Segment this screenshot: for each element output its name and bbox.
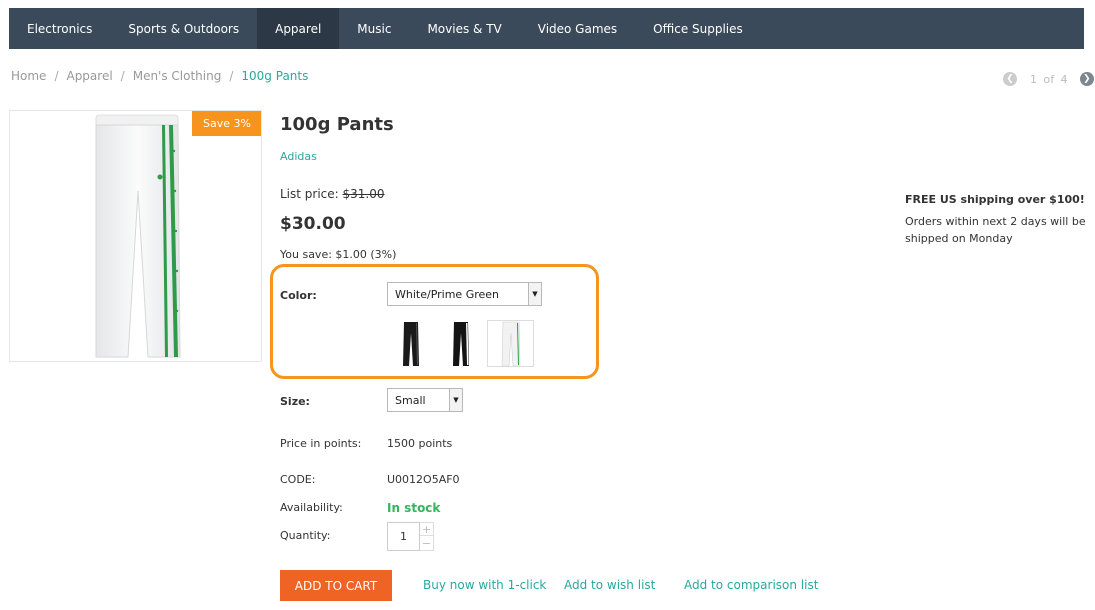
pants-image <box>95 114 181 358</box>
black-pants-thumbnail <box>402 321 419 366</box>
color-label: Color: <box>280 289 317 302</box>
nav-item-apparel[interactable]: Apparel <box>257 8 340 49</box>
current-price: $30.00 <box>280 214 346 234</box>
breadcrumb-separator: / <box>120 69 125 83</box>
plus-icon[interactable]: + <box>420 522 434 536</box>
list-price: List price: $31.00 <box>280 187 385 201</box>
pager-total: 4 <box>1060 72 1068 86</box>
availability-label: Availability: <box>280 501 343 514</box>
brand-link[interactable]: Adidas <box>280 150 317 163</box>
you-save: You save: $1.00 (3%) <box>280 248 397 261</box>
shipping-text: Orders within next 2 days will be shippe… <box>905 215 1086 245</box>
pager-count: 1 of 4 <box>1027 73 1071 86</box>
size-select-value: Small <box>395 393 426 407</box>
list-price-label: List price: <box>280 187 339 201</box>
nav-item-sports-outdoors[interactable]: Sports & Outdoors <box>110 8 257 49</box>
code-value: U0012O5AF0 <box>387 473 460 486</box>
breadcrumb-home[interactable]: Home <box>11 69 46 83</box>
pager-current: 1 <box>1030 72 1038 86</box>
list-price-value: $31.00 <box>342 187 385 201</box>
next-product-icon[interactable]: ❯ <box>1079 72 1094 86</box>
breadcrumb-separator: / <box>54 69 59 83</box>
add-to-comparison-link[interactable]: Add to comparison list <box>684 578 818 592</box>
nav-item-video-games[interactable]: Video Games <box>520 8 635 49</box>
black-white-pants-thumbnail <box>452 321 469 366</box>
quantity-steps: + − <box>420 522 434 551</box>
breadcrumb-separator: / <box>229 69 234 83</box>
product-image[interactable]: Save 3% <box>9 110 262 362</box>
nav-item-movies-tv[interactable]: Movies & TV <box>409 8 519 49</box>
product-title: 100g Pants <box>280 114 394 135</box>
breadcrumb-current: 100g Pants <box>241 69 309 83</box>
save-badge: Save 3% <box>192 111 261 136</box>
product-page: Electronics Sports & Outdoors Apparel Mu… <box>0 0 1095 610</box>
nav-item-office-supplies[interactable]: Office Supplies <box>635 8 761 49</box>
code-label: CODE: <box>280 473 316 486</box>
breadcrumb: Home / Apparel / Men's Clothing / 100g P… <box>11 69 308 83</box>
previous-product-icon[interactable]: ❮ <box>1003 72 1017 86</box>
breadcrumb-apparel[interactable]: Apparel <box>66 69 112 83</box>
shipping-title: FREE US shipping over $100! <box>905 193 1085 206</box>
color-select-value: White/Prime Green <box>395 287 500 301</box>
chevron-down-icon: ▼ <box>449 389 462 411</box>
white-green-pants-thumbnail <box>501 321 520 366</box>
color-select[interactable]: White/Prime Green ▼ <box>387 282 542 306</box>
breadcrumb-mens-clothing[interactable]: Men's Clothing <box>133 69 222 83</box>
quantity-label: Quantity: <box>280 529 331 542</box>
color-swatch-black-white[interactable] <box>437 320 484 367</box>
color-swatch-white-green[interactable] <box>487 320 534 367</box>
minus-icon[interactable]: − <box>420 536 434 551</box>
quantity-stepper: 1 + − <box>387 522 435 551</box>
top-navigation: Electronics Sports & Outdoors Apparel Mu… <box>9 8 1084 49</box>
add-to-wish-list-link[interactable]: Add to wish list <box>564 578 655 592</box>
pager-of: of <box>1043 72 1055 86</box>
product-pager: ❮ 1 of 4 ❯ <box>1003 72 1094 86</box>
chevron-down-icon: ▼ <box>528 283 541 305</box>
quantity-input[interactable]: 1 <box>387 522 420 551</box>
points-value: 1500 points <box>387 437 453 450</box>
add-to-cart-button[interactable]: ADD TO CART <box>280 570 392 601</box>
nav-item-music[interactable]: Music <box>339 8 409 49</box>
size-label: Size: <box>280 395 310 408</box>
availability-status: In stock <box>387 501 441 515</box>
size-select[interactable]: Small ▼ <box>387 388 463 412</box>
color-swatch-black[interactable] <box>387 320 434 367</box>
buy-now-link[interactable]: Buy now with 1-click <box>423 578 546 592</box>
points-label: Price in points: <box>280 437 362 450</box>
nav-item-electronics[interactable]: Electronics <box>9 8 110 49</box>
